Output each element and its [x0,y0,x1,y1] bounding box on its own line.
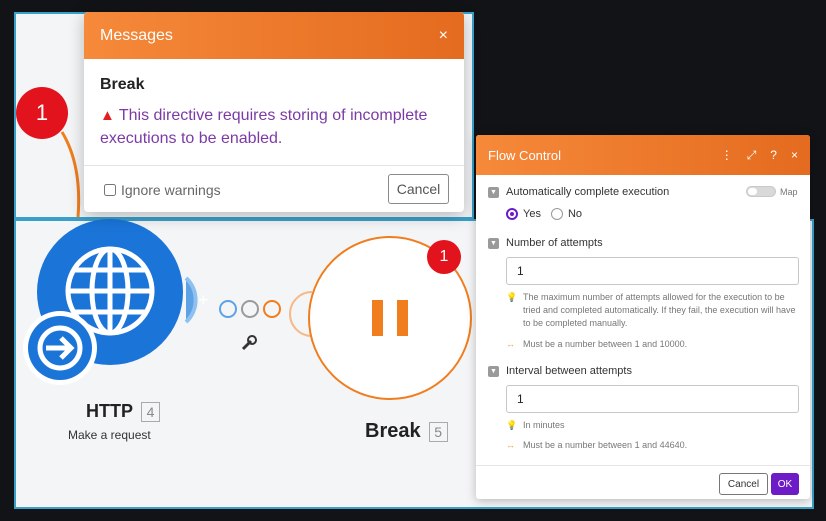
header-tools: ⋮ ⤢ ? × [721,148,798,163]
break-error-badge[interactable]: 1 [427,240,461,274]
attempts-hint: 💡 The maximum number of attempts allowed… [506,291,801,330]
help-icon[interactable]: ? [770,148,777,163]
radio-yes-label: Yes [523,208,541,220]
expand-icon[interactable]: ⤢ [747,148,757,163]
http-title: HTTP [86,401,133,421]
cancel-button[interactable]: Cancel [719,473,768,495]
warning-icon: ▲ [100,107,115,124]
http-module-subtitle: Make a request [68,428,151,442]
interval-range-text: Must be a number between 1 and 44640. [523,440,688,450]
flow-control-header: Flow Control ⋮ ⤢ ? × [476,135,810,175]
attempts-range-hint: ↔ Must be a number between 1 and 10000. [506,338,687,351]
cancel-button[interactable]: Cancel [388,174,449,204]
scenario-editor: + HTTP 4 Make a request Break 5 1 1 Mess… [0,0,826,521]
interval-section[interactable]: ▼ Interval between attempts [488,365,632,377]
radio-no-indicator[interactable] [550,208,563,220]
warning-text: This directive requires storing of incom… [100,107,428,147]
map-toggle-switch[interactable] [746,186,776,197]
radio-yes-indicator[interactable] [506,208,518,220]
http-module-title: HTTP 4 [86,401,160,422]
attempts-hint-text: The maximum number of attempts allowed f… [523,292,796,328]
ignore-warnings-option[interactable]: Ignore warnings [104,182,221,198]
auto-complete-label: Automatically complete execution [506,186,670,198]
map-label: Map [780,186,798,197]
break-module-id: 5 [428,421,448,442]
radio-yes[interactable]: Yes [506,208,541,220]
auto-complete-section[interactable]: ▼ Automatically complete execution [488,186,669,198]
divider [84,165,464,166]
messages-header: Messages × [84,12,464,59]
interval-input[interactable] [506,385,799,413]
chevron-down-icon[interactable]: ▼ [488,186,499,198]
auto-complete-options: Yes No [506,208,582,220]
attempts-range-text: Must be a number between 1 and 10000. [523,339,688,349]
attempts-label: Number of attempts [506,237,603,249]
lightbulb-icon: 💡 [506,292,518,302]
divider [476,465,810,466]
interval-hint-text: In minutes [523,420,565,430]
http-module[interactable] [37,219,183,365]
messages-title: Messages [100,26,173,44]
lightbulb-icon: 💡 [506,420,518,430]
flow-control-panel: Flow Control ⋮ ⤢ ? × ▼ Automatically com… [476,135,810,499]
error-count-badge[interactable]: 1 [16,87,68,139]
range-arrows-icon: ↔ [506,339,515,349]
ignore-warnings-label: Ignore warnings [121,182,221,198]
break-title: Break [365,420,421,442]
interval-label: Interval between attempts [506,365,632,377]
attempts-section[interactable]: ▼ Number of attempts [488,237,603,249]
ignore-warnings-checkbox[interactable] [104,184,116,196]
close-icon[interactable]: × [439,27,448,45]
warning-message: ▲ This directive requires storing of inco… [100,104,450,150]
chevron-down-icon[interactable]: ▼ [488,365,499,377]
messages-dialog: Messages × Break ▲ This directive require… [84,12,464,212]
ok-button[interactable]: OK [771,473,799,495]
map-toggle[interactable]: Map [746,186,798,197]
radio-no[interactable]: No [550,208,583,220]
interval-hint: 💡 In minutes [506,419,565,432]
flow-control-title: Flow Control [488,147,561,163]
radio-no-label: No [567,208,583,220]
message-heading: Break [100,76,145,93]
break-module-title: Break 5 [365,420,448,443]
chevron-down-icon[interactable]: ▼ [488,237,499,249]
range-arrows-icon: ↔ [506,440,515,450]
http-module-id: 4 [141,401,160,422]
close-icon[interactable]: × [791,148,798,163]
kebab-menu-icon[interactable]: ⋮ [721,148,733,163]
interval-range-hint: ↔ Must be a number between 1 and 44640. [506,439,687,452]
attempts-input[interactable] [506,257,799,285]
